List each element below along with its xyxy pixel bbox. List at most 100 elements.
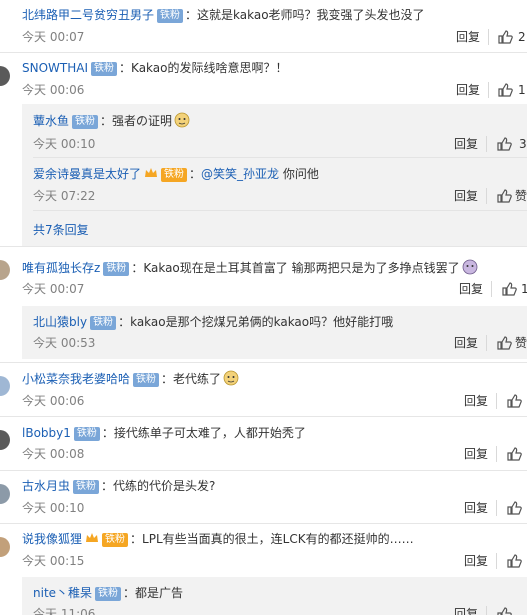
username[interactable]: 北纬路甲二号贫穷丑男子 [22,8,154,22]
like-count: 1 [518,83,526,97]
reply-button[interactable]: 回复 [454,606,478,615]
separator [486,335,487,351]
reply-button[interactable]: 回复 [454,335,478,351]
comment-feed: 北纬路甲二号贫穷丑男子 铁粉 ：这就是kakao老师吗？我变强了头发也没了 今天 0… [0,0,527,615]
separator [496,446,497,462]
separator [491,281,492,297]
thumbs-up-icon[interactable] [506,553,522,569]
reply-button[interactable]: 回复 [464,500,488,516]
reply-button[interactable]: 回复 [456,82,480,98]
fan-badge: 铁粉 [103,262,130,276]
reply-button[interactable]: 回复 [459,281,483,297]
reply-button[interactable]: 回复 [464,393,488,409]
thumbs-up-icon[interactable] [506,393,522,409]
fan-badge: 铁粉 [90,316,117,330]
thumbs-up-icon[interactable] [496,606,512,615]
username[interactable]: 小松菜奈我老婆哈哈 [22,372,130,386]
separator [486,188,487,204]
timestamp: 今天 00:07 [22,282,85,296]
separator [486,136,487,152]
fan-badge: 铁粉 [133,373,160,387]
thumbs-up-icon[interactable] [497,82,513,98]
more-replies-link[interactable]: 共7条回复 [33,222,89,238]
fan-badge: 铁粉 [161,168,188,182]
divider [0,523,527,524]
comment-text: 老代练了 [173,372,222,386]
separator [496,553,497,569]
username[interactable]: SNOWTHAI [22,61,88,75]
avatar[interactable] [0,66,10,86]
divider [0,362,527,363]
thumbs-up-icon[interactable] [496,335,512,351]
timestamp: 今天 00:08 [22,447,85,461]
fan-badge: 铁粉 [91,62,118,76]
reply-button[interactable]: 回复 [456,29,480,45]
like-count: 1 [521,282,527,296]
timestamp: 今天 11:06 [33,607,96,615]
fan-badge: 铁粉 [95,587,122,601]
comment-text: 代练的代价是头发? [113,479,216,493]
vip-crown-icon [86,533,99,542]
username[interactable]: 蕈水鱼 [33,114,69,128]
thumbs-up-icon[interactable] [497,29,513,45]
thumbs-up-icon[interactable] [506,446,522,462]
fan-badge: 铁粉 [157,9,184,23]
comment-text: 这就是kakao老师吗？我变强了头发也没了 [197,8,425,22]
mention-link[interactable]: @笑笑_孙亚龙 [201,167,279,181]
thumbs-up-icon[interactable] [501,281,517,297]
comment-text: Kakao现在是土耳其首富了 输那两把只是为了多挣点钱罢了 [143,261,460,275]
reply-button[interactable]: 回复 [464,553,488,569]
thumbs-up-icon[interactable] [496,136,512,152]
thumbs-up-icon[interactable] [506,500,522,516]
comment-text: Kakao的发际线啥意思啊？！ [131,61,288,75]
comment-text: kakao是那个挖煤兄弟俩的kakao吗？他好能打哦 [130,315,394,329]
username[interactable]: 说我像狐狸 [22,532,82,546]
divider [0,246,527,247]
comment-text: 接代练单子可太难了，人都开始秃了 [113,426,306,440]
avatar[interactable] [0,260,10,280]
avatar[interactable] [0,484,10,504]
fan-badge: 铁粉 [72,115,99,129]
like-count: 赞 [515,189,527,203]
comment-text: LPL有些当面真的很土，连LCK有的都还挺帅的…… [142,532,414,546]
timestamp: 今天 00:15 [22,554,85,568]
timestamp: 今天 00:53 [33,336,96,350]
like-count: 3 [519,137,527,151]
fan-badge: 铁粉 [73,480,100,494]
username[interactable]: 北山猿bly [33,315,87,329]
face-emoji-icon [462,259,477,275]
timestamp: 今天 07:22 [33,189,96,203]
fan-badge: 铁粉 [102,533,129,547]
divider [0,52,527,53]
username[interactable]: 唯有孤独长存z [22,261,100,275]
username[interactable]: 古水月虫 [22,479,70,493]
divider [33,157,527,158]
username[interactable]: lBobby1 [22,426,71,440]
comment-text: 你问他 [279,167,319,181]
avatar[interactable] [0,537,10,557]
avatar[interactable] [0,376,10,396]
doge-emoji-icon [223,370,239,386]
timestamp: 今天 00:06 [22,394,85,408]
comment-text: 强者の证明 [112,114,173,128]
username[interactable]: 爱余诗曼真是太好了 [33,167,141,181]
username[interactable]: nite丶稚杲 [33,586,92,600]
timestamp: 今天 00:06 [22,83,85,97]
reply-button[interactable]: 回复 [464,446,488,462]
timestamp: 今天 00:10 [33,137,96,151]
vip-crown-icon [145,168,158,177]
thumbs-up-icon[interactable] [496,188,512,204]
divider [0,416,527,417]
divider [0,470,527,471]
comment-text: 都是广告 [135,586,184,600]
like-count: 赞 [515,336,527,350]
reply-button[interactable]: 回复 [454,136,478,152]
separator [496,500,497,516]
divider [33,210,527,211]
doge-emoji-icon [174,112,190,128]
separator [488,82,489,98]
reply-button[interactable]: 回复 [454,188,478,204]
avatar[interactable] [0,430,10,450]
fan-badge: 铁粉 [73,427,100,441]
separator [486,606,487,615]
